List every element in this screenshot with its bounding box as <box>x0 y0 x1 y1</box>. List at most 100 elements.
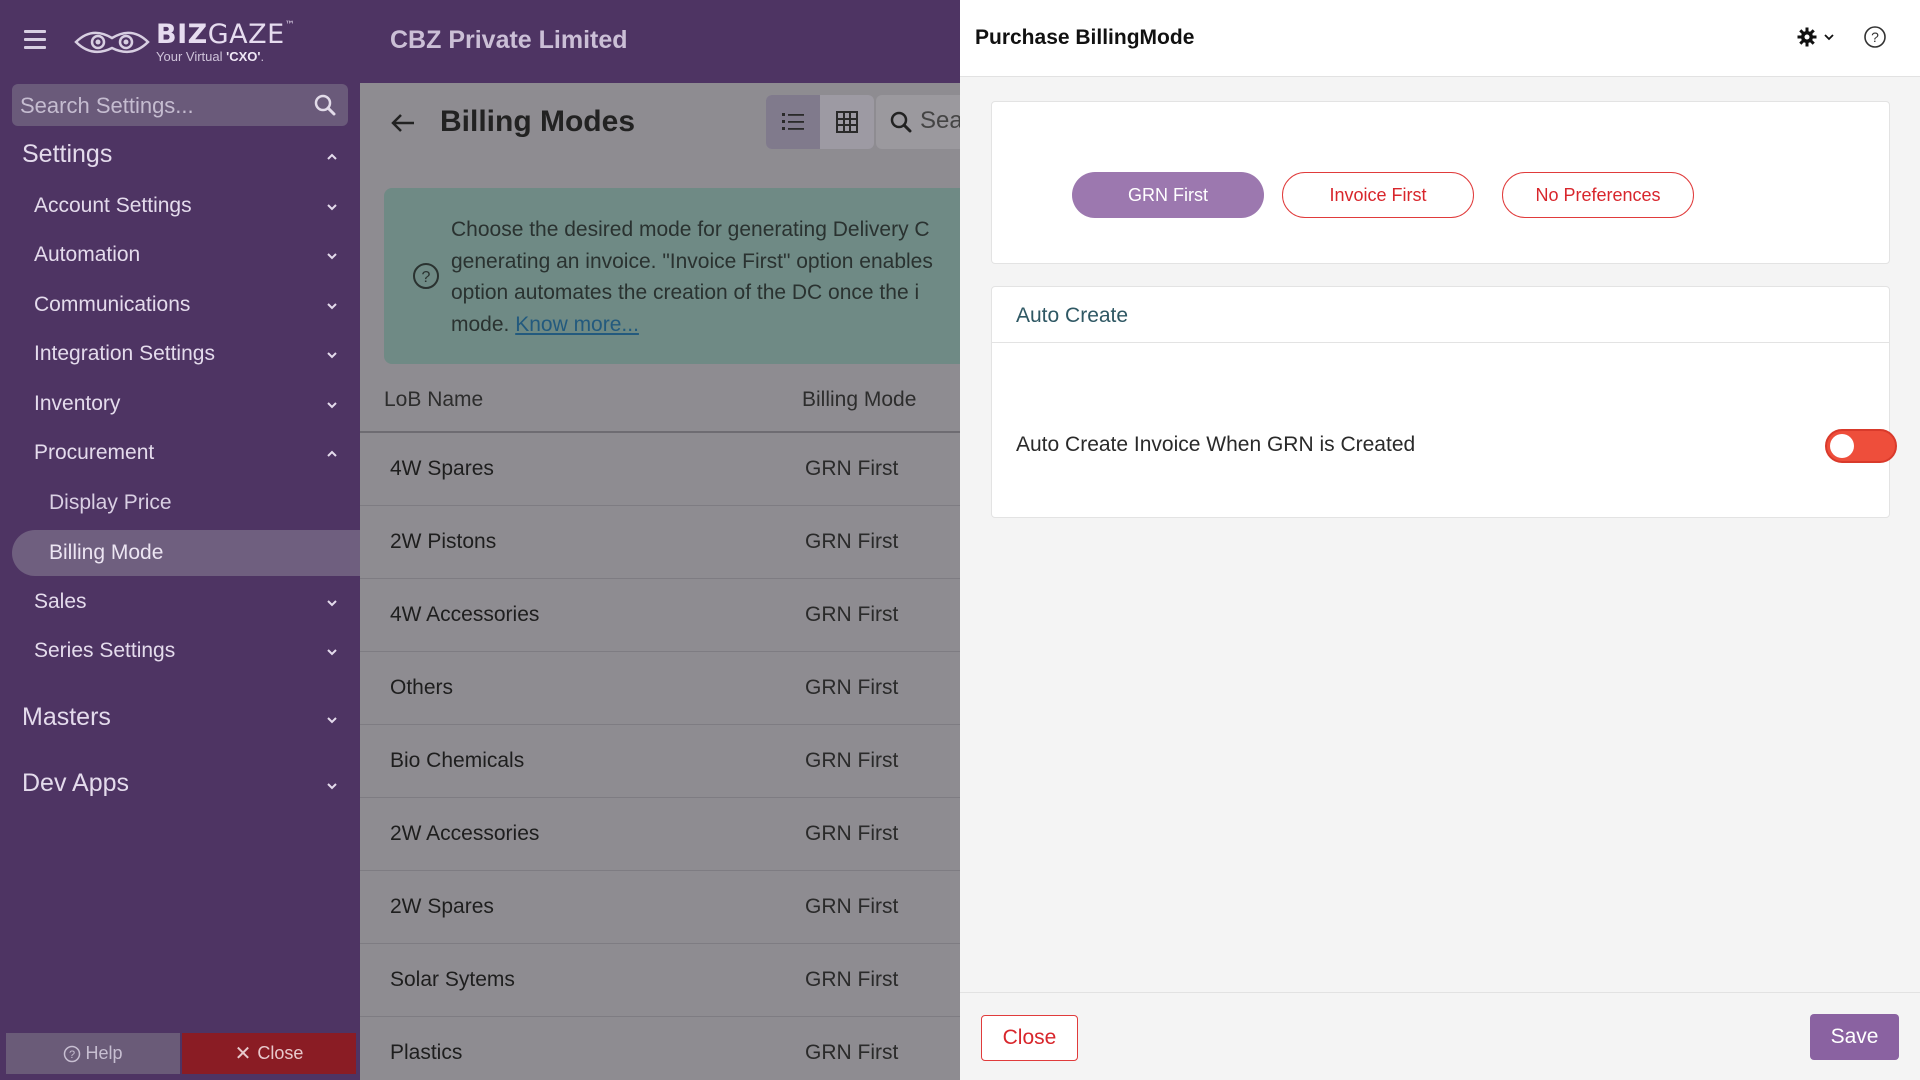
auto-create-toggle[interactable] <box>1825 429 1897 463</box>
search-icon <box>890 111 912 140</box>
nav-item-communications[interactable]: Communications <box>34 293 190 317</box>
auto-create-label: Auto Create Invoice When GRN is Created <box>1016 433 1416 456</box>
chevron-up-icon[interactable] <box>326 150 338 162</box>
help-button[interactable]: ? Help <box>6 1033 180 1074</box>
main-content: Billing Modes Sea ? Choose the desired m… <box>360 83 960 1080</box>
table-row[interactable]: 4W Accessories GRN First <box>360 579 960 652</box>
help-button-label: Help <box>85 1043 123 1063</box>
settings-search-input[interactable]: Search Settings... <box>20 93 194 119</box>
logo-tag-bold: 'CXO' <box>226 49 261 64</box>
settings-search[interactable]: Search Settings... <box>12 84 348 126</box>
option-no-preferences[interactable]: No Preferences <box>1502 172 1694 218</box>
nav-item-integration-settings[interactable]: Integration Settings <box>34 342 215 366</box>
back-arrow-icon[interactable] <box>390 113 416 138</box>
table-row[interactable]: Plastics GRN First <box>360 1017 960 1080</box>
billing-mode-cell: GRN First <box>805 676 899 699</box>
billing-mode-cell: GRN First <box>805 603 899 626</box>
nav-subitem-display-price[interactable]: Display Price <box>49 491 172 515</box>
lob-name-cell: Bio Chemicals <box>390 749 525 772</box>
lob-name-cell: Others <box>390 676 454 699</box>
billing-mode-cell: GRN First <box>805 895 899 918</box>
list-view-icon[interactable] <box>766 95 820 149</box>
table-row[interactable]: 2W Accessories GRN First <box>360 798 960 871</box>
page-title: Billing Modes <box>440 105 635 138</box>
logo-name-rest: GAZE <box>207 19 285 50</box>
auto-create-card: Auto Create Auto Create Invoice When GRN… <box>991 286 1897 518</box>
info-banner: ? Choose the desired mode for generating… <box>384 188 960 364</box>
info-line-4: mode. <box>451 312 516 336</box>
billing-mode-cell: GRN First <box>805 968 899 991</box>
sidebar: Search Settings... Settings Account Sett… <box>0 0 360 1080</box>
settings-dropdown[interactable] <box>1797 27 1835 47</box>
grid-view-icon[interactable] <box>820 95 874 149</box>
table-row[interactable]: Solar Sytems GRN First <box>360 944 960 1017</box>
help-circle-icon[interactable]: ? <box>1863 25 1887 54</box>
nav-item-account-settings[interactable]: Account Settings <box>34 194 192 218</box>
table-row[interactable]: 2W Spares GRN First <box>360 871 960 944</box>
table-row[interactable]: 2W Pistons GRN First <box>360 506 960 579</box>
nav-section-masters[interactable]: Masters <box>22 703 111 732</box>
nav-item-inventory[interactable]: Inventory <box>34 392 120 416</box>
chevron-up-icon[interactable] <box>326 447 338 459</box>
info-line-3: option automates the creation of the DC … <box>451 281 920 304</box>
main-header: Billing Modes Sea <box>360 83 960 165</box>
logo-name-bold: BIZ <box>156 19 208 50</box>
top-bar: BIZGAZE™ Your Virtual 'CXO'. CBZ Private… <box>0 0 960 83</box>
option-grn-first[interactable]: GRN First <box>1072 172 1264 218</box>
hamburger-menu-icon[interactable] <box>24 30 46 50</box>
billing-mode-options-card: GRN First Invoice First No Preferences <box>991 101 1890 264</box>
main-search-input[interactable]: Sea <box>876 95 960 149</box>
billing-mode-cell: GRN First <box>805 530 899 553</box>
table-row[interactable]: Bio Chemicals GRN First <box>360 725 960 798</box>
lob-name-cell: Plastics <box>390 1041 463 1064</box>
nav-item-series-settings[interactable]: Series Settings <box>34 639 175 663</box>
panel-footer: Close Save <box>960 992 1920 1080</box>
owl-logo-icon <box>74 31 150 54</box>
svg-text:?: ? <box>69 1049 75 1061</box>
nav-item-procurement[interactable]: Procurement <box>34 441 154 465</box>
auto-create-header: Auto Create <box>992 287 1889 343</box>
lob-name-cell: Solar Sytems <box>390 968 515 991</box>
chevron-down-icon[interactable] <box>326 645 338 657</box>
question-circle-icon: ? <box>412 262 440 295</box>
table-row[interactable]: Others GRN First <box>360 652 960 725</box>
search-icon[interactable] <box>314 94 336 121</box>
chevron-down-icon[interactable] <box>326 299 338 311</box>
save-button[interactable]: Save <box>1810 1014 1899 1060</box>
billing-mode-cell: GRN First <box>805 1041 899 1064</box>
option-invoice-first[interactable]: Invoice First <box>1282 172 1474 218</box>
chevron-down-icon[interactable] <box>326 713 338 725</box>
chevron-down-icon[interactable] <box>326 779 338 791</box>
lob-name-cell: 2W Pistons <box>390 530 497 553</box>
know-more-link[interactable]: Know more... <box>515 313 639 336</box>
billing-mode-cell: GRN First <box>805 457 899 480</box>
chevron-down-icon[interactable] <box>326 398 338 410</box>
column-header-lob-name[interactable]: LoB Name <box>384 388 483 412</box>
sidebar-close-button[interactable]: ✕ Close <box>182 1033 356 1074</box>
auto-create-title: Auto Create <box>1016 304 1129 327</box>
gear-icon <box>1797 27 1817 47</box>
chevron-down-icon[interactable] <box>326 348 338 360</box>
close-button[interactable]: Close <box>981 1015 1078 1061</box>
svg-text:?: ? <box>422 269 431 286</box>
nav-subitem-billing-mode[interactable]: Billing Mode <box>12 530 360 576</box>
chevron-down-icon <box>1824 34 1834 41</box>
toggle-knob <box>1830 434 1854 458</box>
nav-item-automation[interactable]: Automation <box>34 243 140 267</box>
nav-item-sales[interactable]: Sales <box>34 590 87 614</box>
chevron-down-icon[interactable] <box>326 249 338 261</box>
logo-tm: ™ <box>284 20 296 31</box>
info-line-2: generating an invoice. "Invoice First" o… <box>451 249 933 273</box>
nav-subitem-billing-mode-label: Billing Mode <box>49 541 164 564</box>
company-name: CBZ Private Limited <box>390 26 628 54</box>
column-header-billing-mode[interactable]: Billing Mode <box>802 388 916 412</box>
chevron-down-icon[interactable] <box>326 596 338 608</box>
bizgaze-logo: BIZGAZE™ Your Virtual 'CXO'. <box>72 16 295 68</box>
table-row[interactable]: 4W Spares GRN First <box>360 433 960 506</box>
panel-header: Purchase BillingMode ? <box>960 0 1920 77</box>
nav-section-dev-apps[interactable]: Dev Apps <box>22 769 129 798</box>
nav-section-settings[interactable]: Settings <box>22 140 112 169</box>
chevron-down-icon[interactable] <box>326 200 338 212</box>
logo-tag-prefix: Your Virtual <box>156 49 227 64</box>
info-line-1: Choose the desired mode for generating D… <box>451 218 930 241</box>
